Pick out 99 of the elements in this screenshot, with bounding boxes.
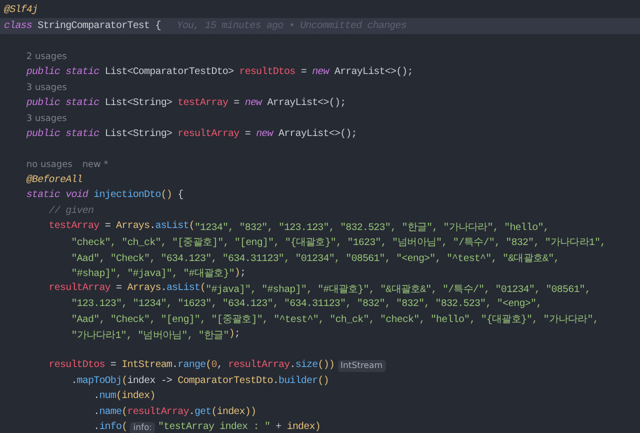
code-text: List<String> — [104, 98, 174, 109]
parameter-name: index — [122, 391, 150, 402]
code-text: List<String> — [104, 128, 174, 140]
string-literal: "#shap]", "#java]", "#대괄호}" — [71, 268, 234, 280]
method-name: mapToObj — [76, 376, 122, 387]
code-text: index -> — [127, 376, 174, 387]
keyword: public static — [26, 66, 100, 78]
code-comment: // given — [48, 206, 94, 217]
field-name: resultDtos — [239, 66, 296, 78]
keyword: static void — [26, 190, 88, 202]
string-literal: "Aad", "Check", "634.123", "634.31123", "01234", "08561", "<eng>", "^test^", "&대괄호&", — [71, 252, 560, 265]
code-text: . — [94, 391, 100, 402]
field-name: resultArray — [228, 360, 290, 372]
code-text: ArrayList<>(); — [267, 98, 346, 109]
method-name: num — [99, 391, 116, 402]
field-name: resultArray — [178, 128, 240, 140]
field-name: resultArray — [127, 406, 189, 418]
parenthesis: ( — [188, 221, 194, 232]
keyword: new — [256, 128, 273, 140]
code-text: ArrayList<>(); — [278, 128, 357, 140]
field-name: testArray — [178, 98, 228, 109]
class-name: Arrays — [116, 221, 150, 232]
code-text: . — [290, 360, 296, 372]
code-text: = — [116, 283, 123, 294]
string-literal: "testArray index : " — [158, 422, 270, 433]
method-name: name — [99, 406, 122, 418]
parenthesis: )) — [244, 406, 256, 418]
parameter-name: index — [286, 422, 315, 433]
code-text: = — [300, 66, 308, 78]
parenthesis: ) — [314, 422, 320, 433]
usage-hint[interactable]: no usages — [26, 160, 72, 170]
code-text: . — [94, 422, 100, 433]
parenthesis: ( — [122, 422, 128, 433]
code-text: ; — [234, 329, 240, 340]
parenthesis: ( — [116, 391, 122, 402]
parenthesis: ) — [150, 391, 156, 402]
code-text: StringComparatorTest { — [38, 20, 161, 32]
string-literal: "1234", "832", "123.123", "832.523", "한글", "가나다라", "hello", — [194, 222, 549, 234]
annotation: @Slf4j — [4, 5, 38, 16]
code-text: + — [276, 422, 282, 433]
code-text: . — [160, 283, 166, 294]
parenthesis: ( — [211, 406, 217, 418]
parenthesis: ( — [206, 360, 212, 372]
keyword: class — [4, 20, 32, 32]
method-name: info — [99, 422, 122, 433]
usage-hint[interactable]: new * — [82, 160, 108, 170]
code-text: . — [172, 360, 178, 372]
parenthesis: ( — [122, 406, 128, 418]
code-text: . — [150, 221, 156, 232]
code-text: = — [244, 128, 252, 140]
usage-hint[interactable]: 3 usages — [26, 82, 67, 93]
method-name: get — [194, 406, 212, 418]
code-text: ArrayList<>(); — [334, 66, 413, 78]
parameter-name: index — [216, 406, 245, 418]
keyword: public static — [26, 98, 100, 109]
parenthesis: ) — [234, 268, 240, 279]
parenthesis: () — [318, 376, 329, 387]
field-name: resultArray — [48, 283, 110, 294]
code-text: . — [94, 406, 100, 418]
method-name: asList — [155, 221, 189, 232]
class-name: ComparatorTestDto — [178, 376, 273, 387]
parenthesis: ()) — [318, 360, 335, 372]
parenthesis: ( — [122, 376, 128, 387]
keyword: new — [312, 66, 329, 78]
method-name: asList — [166, 283, 200, 294]
string-literal: "Aad", "Check", "[eng]", "[중괄호]", "^test^", "ch_ck", "check", "hello", "{대괄호}", "가나다라", — [71, 314, 598, 326]
code-text: . — [71, 376, 77, 387]
code-text: List<ComparatorTestDto> — [104, 66, 235, 78]
inlay-hint: IntStream — [338, 360, 386, 372]
code-text: = — [110, 360, 118, 372]
class-name: Arrays — [127, 283, 161, 294]
number-literal: 0 — [211, 360, 217, 372]
method-name: builder — [278, 376, 318, 387]
string-literal: "123.123", "1234", "1623", "634.123", "634.31123", "832", "832", "832.523", "<eng>", — [71, 298, 542, 310]
code-text: . — [272, 376, 278, 387]
method-name: range — [178, 360, 206, 372]
string-literal: "#java]", "#shap]", "#대괄호}", "&대괄호&", "/특수/", "01234", "08561", — [206, 284, 591, 296]
method-name: size — [295, 360, 318, 372]
code-text: , — [216, 360, 224, 372]
parenthesis: ) — [228, 329, 234, 340]
code-text: = — [104, 221, 112, 232]
parenthesis: () — [160, 190, 172, 202]
inlay-hint: info: — [130, 422, 156, 433]
code-text: ; — [240, 268, 246, 279]
method-name: injectionDto — [94, 190, 161, 202]
keyword: public static — [26, 128, 100, 140]
code-text: . — [188, 406, 194, 418]
annotation: @BeforeAll — [26, 175, 82, 186]
field-name: testArray — [48, 221, 100, 232]
code-text: = — [234, 98, 240, 109]
keyword: new — [244, 98, 262, 109]
string-literal: "check", "ch_ck", "[중괄호]", "[eng]", "{대괄호}", "1623", "넘버아님", "/특수/", "832", "가나다라1", — [71, 236, 606, 250]
code-text: { — [178, 190, 184, 202]
string-literal: "가나다라1", "넘버아님", "한글" — [71, 330, 229, 342]
parenthesis: ( — [200, 283, 206, 294]
usage-hint[interactable]: 3 usages — [26, 114, 67, 124]
class-name: IntStream — [122, 360, 172, 372]
usage-hint[interactable]: 2 usages — [26, 52, 67, 62]
field-name: resultDtos — [48, 360, 105, 372]
